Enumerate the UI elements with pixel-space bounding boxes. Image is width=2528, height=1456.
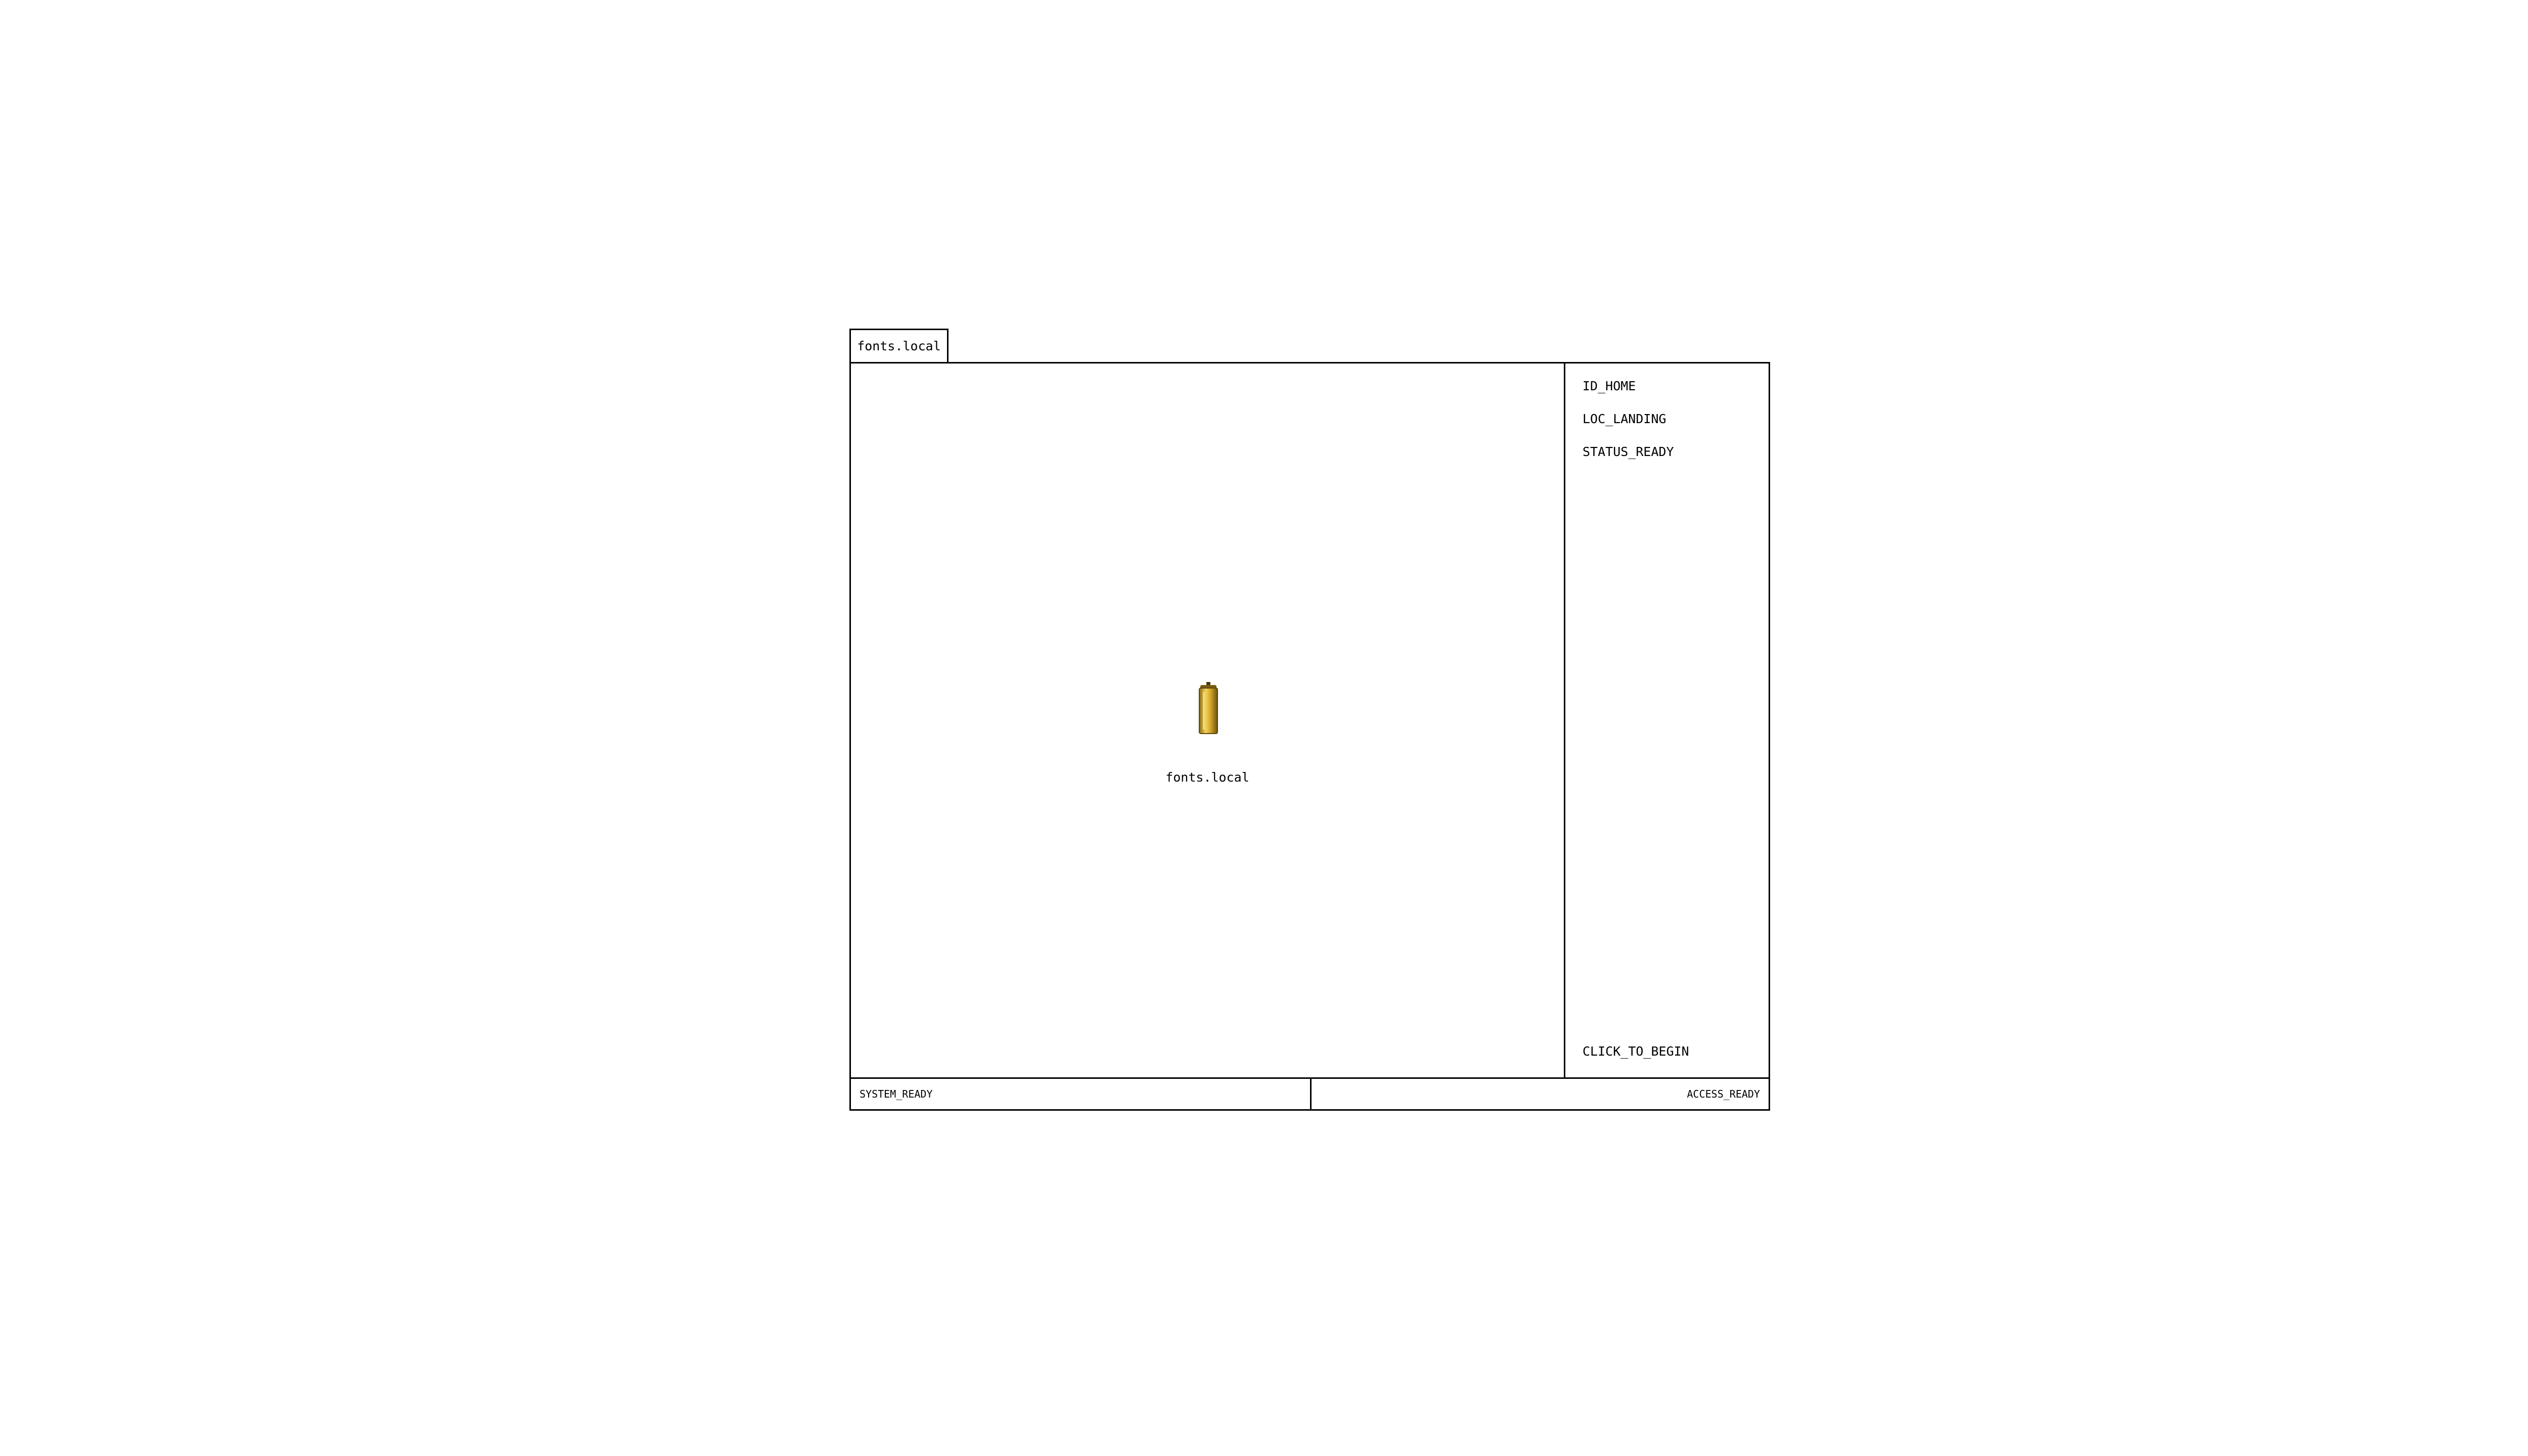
status-bar: SYSTEM_READY ACCESS_READY [851, 1077, 1769, 1109]
center-label: fonts.local [1165, 770, 1249, 785]
status-right: ACCESS_READY [1312, 1079, 1769, 1109]
tab-label: fonts.local [857, 339, 941, 353]
sidebar-item-loc-landing: LOC_LANDING [1583, 412, 1666, 426]
click-to-begin-button[interactable]: CLICK_TO_BEGIN [1583, 1044, 1689, 1059]
sidebar-item-status-ready: STATUS_READY [1583, 444, 1674, 459]
system-status-text: SYSTEM_READY [860, 1088, 933, 1100]
main-pane: fonts.local [851, 363, 1565, 1077]
sidebar-item-id-home: ID_HOME [1583, 379, 1636, 393]
sidebar: ID_HOME LOC_LANDING STATUS_READY CLICK_T… [1565, 363, 1769, 1077]
app-frame: fonts.local fonts.local ID_HOME LOC_LAND… [849, 329, 1770, 1111]
yellow-cylinder-icon[interactable] [1196, 682, 1221, 735]
main-window: fonts.local ID_HOME LOC_LANDING STATUS_R… [849, 362, 1770, 1111]
status-left: SYSTEM_READY [851, 1079, 1312, 1109]
tab-fonts-local[interactable]: fonts.local [849, 329, 949, 362]
access-status-text: ACCESS_READY [1687, 1088, 1760, 1100]
